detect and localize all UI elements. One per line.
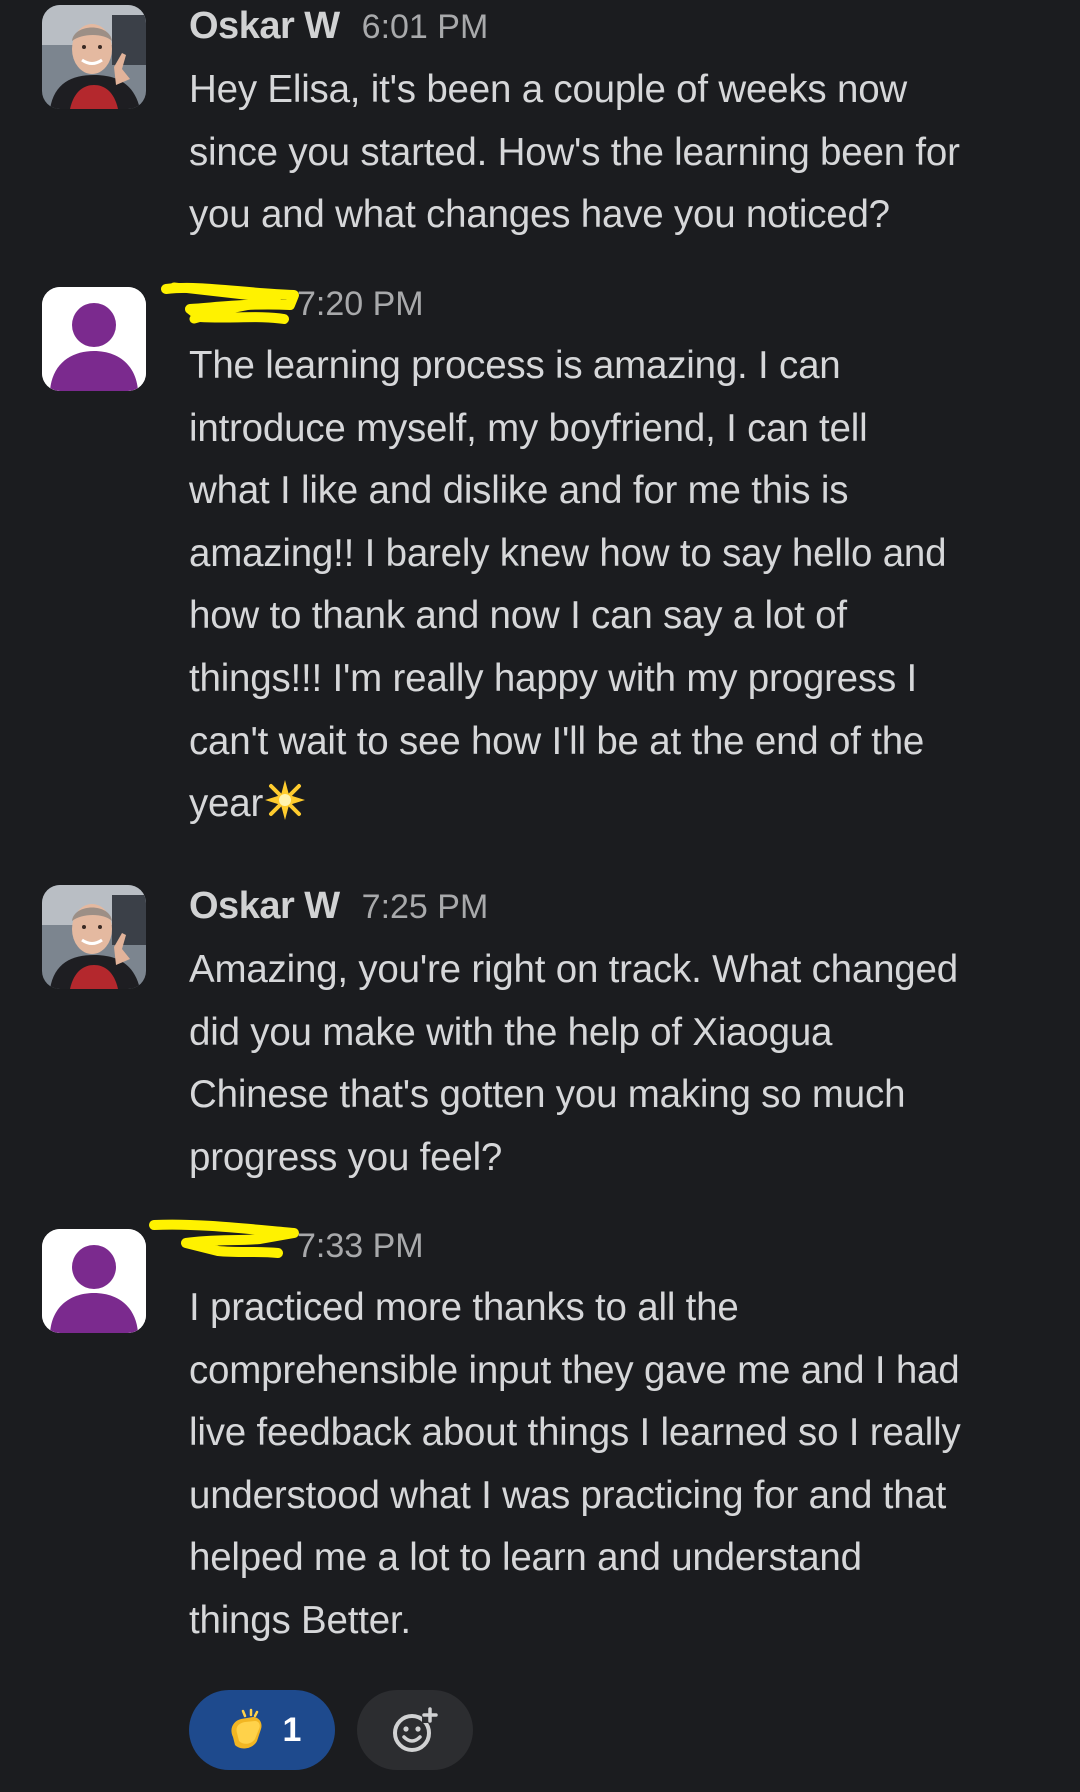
message-line: since you started. How's the learning be… bbox=[189, 130, 960, 174]
message-line: Hey Elisa, it's been a couple of weeks n… bbox=[189, 68, 908, 111]
message-line: Chinese that's gotten you making so much bbox=[189, 1073, 906, 1117]
avatar-elisa[interactable] bbox=[42, 1229, 146, 1333]
author-name[interactable]: Oskar W bbox=[189, 885, 340, 928]
message-line: understood what I was practicing for and… bbox=[189, 1473, 947, 1517]
message-1-header: Oskar W 6:01 PM bbox=[189, 5, 488, 49]
message-line: can't wait to see how I'll be at the end… bbox=[189, 719, 925, 763]
clapping-hands-icon bbox=[230, 1708, 262, 1749]
message-line: things!!! I'm really happy with my progr… bbox=[189, 656, 917, 700]
timestamp[interactable]: 6:01 PM bbox=[362, 8, 489, 47]
message-line: I practiced more thanks to all the bbox=[189, 1286, 739, 1329]
user-photo-icon bbox=[42, 885, 146, 989]
reactions-bar: 1 bbox=[189, 1690, 473, 1770]
message-body: I practiced more thanks to all the compr… bbox=[189, 1277, 1049, 1653]
message-line: introduce myself, my boyfriend, I can te… bbox=[189, 406, 868, 450]
message-line: live feedback about things I learned so … bbox=[189, 1411, 961, 1455]
message-line: did you make with the help of Xiaogua bbox=[189, 1010, 833, 1054]
timestamp[interactable]: 7:33 PM bbox=[297, 1227, 424, 1266]
message-body: Hey Elisa, it's been a couple of weeks n… bbox=[189, 59, 1049, 247]
message-line: amazing!! I barely knew how to say hello… bbox=[189, 531, 947, 575]
avatar-oskar[interactable] bbox=[42, 885, 146, 989]
message-line: progress you feel? bbox=[189, 1135, 503, 1179]
message-line: helped me a lot to learn and understand bbox=[189, 1536, 862, 1580]
avatar-oskar[interactable] bbox=[42, 5, 146, 109]
reaction-clap-button[interactable]: 1 bbox=[189, 1690, 335, 1770]
message-body: Amazing, you're right on track. What cha… bbox=[189, 939, 1049, 1189]
redaction-scribble-icon bbox=[149, 1219, 299, 1258]
timestamp[interactable]: 7:20 PM bbox=[297, 285, 424, 324]
add-reaction-icon bbox=[393, 1707, 438, 1752]
message-line: things Better. bbox=[189, 1598, 411, 1642]
message-3-header: Oskar W 7:25 PM bbox=[189, 885, 488, 929]
message-line: you and what changes have you noticed? bbox=[189, 193, 890, 237]
message-line: what I like and dislike and for me this … bbox=[189, 469, 849, 513]
message-line: Amazing, you're right on track. What cha… bbox=[189, 948, 958, 991]
user-photo-icon bbox=[42, 5, 146, 109]
message-line: comprehensible input they gave me and I … bbox=[189, 1348, 960, 1392]
message-body: The learning process is amazing. I can i… bbox=[189, 335, 1049, 836]
message-line-text: year bbox=[189, 782, 264, 826]
author-name[interactable]: Oskar W bbox=[189, 5, 340, 48]
sparkles-icon bbox=[263, 778, 307, 822]
default-user-icon bbox=[42, 1229, 146, 1333]
chat-thread: Oskar W 6:01 PM Hey Elisa, it's been a c… bbox=[0, 0, 1080, 1792]
message-line: The learning process is amazing. I can bbox=[189, 344, 841, 387]
avatar-elisa[interactable] bbox=[42, 287, 146, 391]
default-user-icon bbox=[42, 287, 146, 391]
message-line: how to thank and now I can say a lot of bbox=[189, 594, 847, 638]
timestamp[interactable]: 7:25 PM bbox=[362, 888, 489, 927]
reaction-count: 1 bbox=[282, 1710, 302, 1749]
redaction-scribble-icon bbox=[161, 282, 299, 324]
add-reaction-button[interactable] bbox=[357, 1690, 473, 1770]
message-line: year bbox=[189, 773, 1049, 836]
